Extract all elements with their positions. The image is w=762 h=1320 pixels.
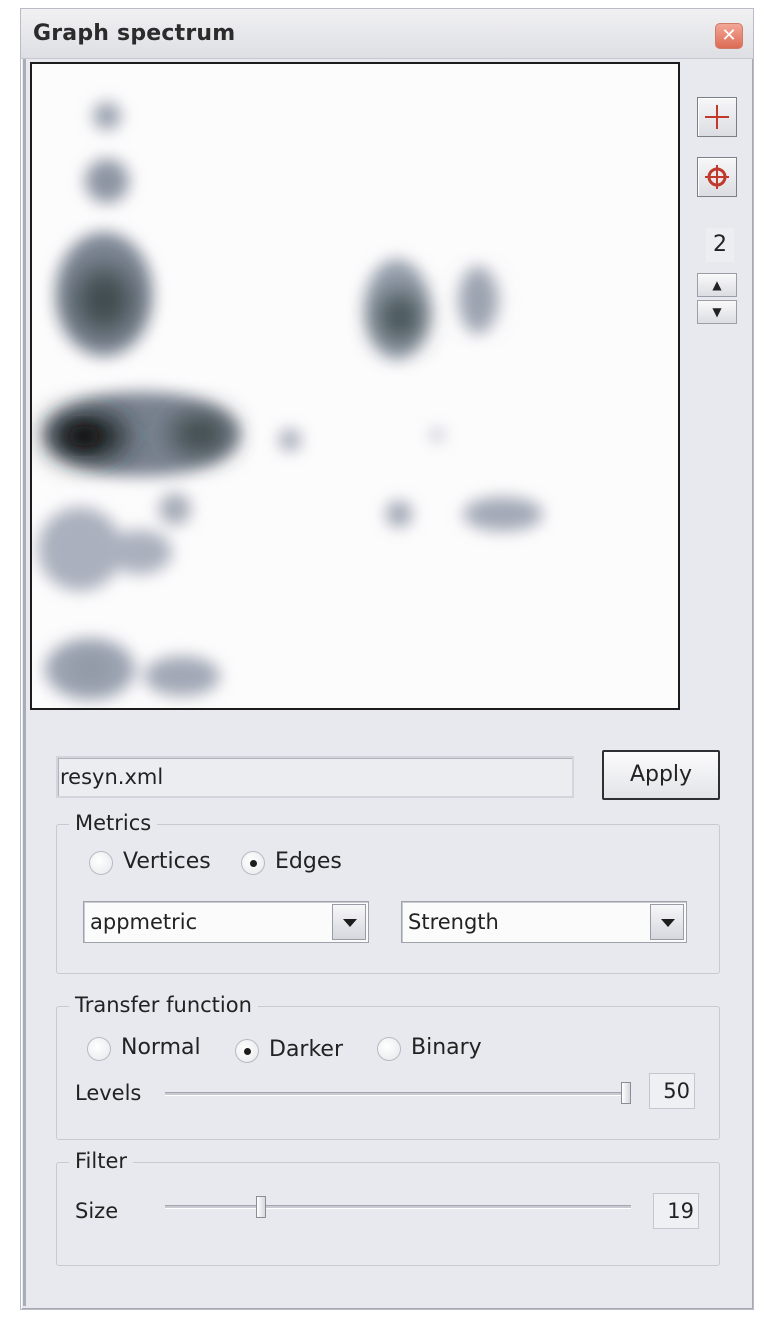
levels-label: Levels	[75, 1081, 142, 1105]
radio-normal-dot	[87, 1037, 111, 1061]
spectrum-blob	[108, 530, 172, 574]
filter-label: Filter	[69, 1149, 134, 1173]
spin-up-button[interactable]: ▲	[697, 273, 737, 297]
spectrum-blob	[74, 266, 134, 334]
chevron-down-icon[interactable]	[650, 904, 684, 940]
property-select[interactable]: Strength	[401, 901, 687, 943]
target-icon	[705, 165, 729, 189]
radio-vertices-label: Vertices	[123, 849, 211, 874]
levels-slider-track[interactable]	[165, 1092, 631, 1096]
close-icon: ✕	[721, 25, 737, 46]
radio-vertices-dot	[89, 851, 113, 875]
crosshair-icon	[705, 105, 729, 129]
radio-binary-dot	[377, 1037, 401, 1061]
spectrum-blob	[431, 429, 443, 441]
metrics-group: Metrics Vertices Edges appmetric Strengt…	[56, 811, 720, 974]
filter-group: Filter Size 19	[56, 1149, 720, 1266]
spectrum-blob	[144, 656, 220, 696]
spectrum-canvas[interactable]	[30, 62, 680, 710]
metric-select[interactable]: appmetric	[83, 901, 369, 943]
target-button[interactable]	[697, 157, 737, 197]
radio-binary-label: Binary	[411, 1035, 482, 1060]
spin-down-button[interactable]: ▼	[697, 300, 737, 324]
spin-down-icon: ▼	[712, 305, 722, 319]
metric-select-value: appmetric	[90, 910, 198, 934]
spectrum-blob	[470, 282, 490, 318]
level-counter: 2	[706, 228, 734, 262]
title-bar[interactable]: Graph spectrum ✕	[21, 9, 753, 59]
size-slider-track[interactable]	[165, 1205, 631, 1209]
spectrum-blob	[386, 501, 412, 527]
close-button[interactable]: ✕	[715, 23, 743, 49]
radio-darker-dot	[235, 1039, 259, 1063]
size-slider-thumb[interactable]	[256, 1196, 267, 1218]
spectrum-blob	[68, 655, 112, 683]
file-field[interactable]	[56, 756, 574, 798]
spectrum-hotspot	[68, 426, 100, 446]
radio-edges-label: Edges	[275, 849, 342, 874]
radio-darker-label: Darker	[269, 1037, 344, 1062]
spectrum-blob	[463, 497, 543, 531]
spectrum-blob	[378, 291, 422, 343]
levels-slider-thumb[interactable]	[621, 1082, 631, 1104]
transfer-function-group: Transfer function Normal Darker Binary L…	[56, 993, 720, 1140]
spectrum-blob	[170, 414, 230, 454]
spin-up-icon: ▲	[712, 278, 722, 292]
size-label: Size	[75, 1199, 119, 1223]
crosshair-button[interactable]	[697, 97, 737, 137]
spectrum-blob	[93, 102, 121, 130]
chevron-down-icon[interactable]	[332, 904, 366, 940]
spectrum-blob	[85, 159, 129, 203]
levels-value[interactable]: 50	[649, 1073, 695, 1109]
radio-edges-dot	[241, 851, 265, 875]
spectrum-heatmap	[38, 102, 543, 699]
window-title: Graph spectrum	[33, 21, 236, 46]
radio-normal-label: Normal	[121, 1035, 201, 1060]
spectrum-blob	[279, 429, 301, 451]
transfer-function-label: Transfer function	[69, 993, 258, 1017]
metrics-label: Metrics	[69, 811, 158, 835]
size-value[interactable]: 19	[653, 1193, 699, 1229]
apply-button[interactable]: Apply	[602, 750, 720, 800]
spectrum-blob	[159, 493, 191, 525]
property-select-value: Strength	[408, 910, 499, 934]
